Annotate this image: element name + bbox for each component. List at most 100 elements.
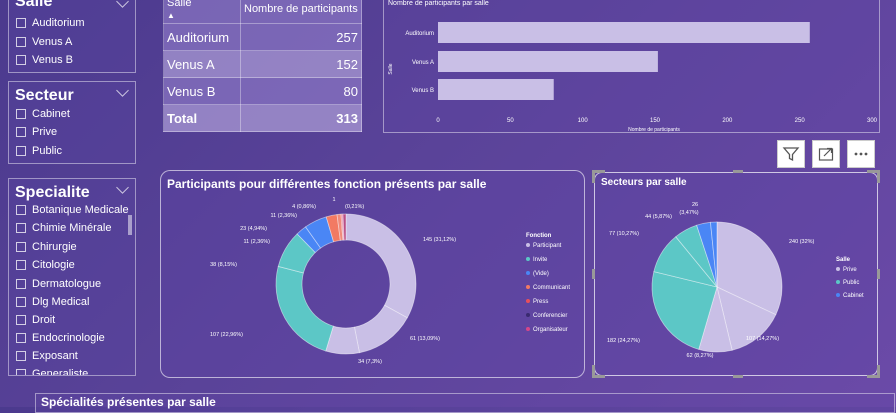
slicer-item[interactable]: Endocrinologie bbox=[16, 332, 105, 344]
bar[interactable] bbox=[438, 22, 810, 43]
slicer-item[interactable]: Dermatologue bbox=[16, 278, 101, 290]
legend-item[interactable]: Invite bbox=[533, 257, 548, 263]
resize-handle[interactable] bbox=[867, 170, 880, 183]
data-label: 107 (14,27%) bbox=[746, 336, 779, 342]
legend-marker bbox=[836, 293, 840, 297]
slicer-item[interactable]: Chimie Minérale bbox=[16, 222, 111, 234]
donut-chart: 145 (31,12%) 61 (13,09%) 34 (7,3%) 107 (22,… bbox=[210, 197, 570, 365]
slicer-title: Specialite bbox=[15, 184, 90, 201]
cell-value: 257 bbox=[240, 23, 362, 51]
slicer-item[interactable]: Generaliste bbox=[16, 368, 88, 375]
checkbox[interactable] bbox=[16, 55, 26, 65]
checkbox[interactable] bbox=[16, 279, 26, 289]
slicer-item[interactable]: Dlg Medical bbox=[16, 296, 89, 308]
more-options-button[interactable] bbox=[847, 140, 875, 168]
legend-item[interactable]: Public bbox=[843, 280, 859, 286]
tick-label: 50 bbox=[507, 118, 514, 124]
checkbox[interactable] bbox=[16, 127, 26, 137]
legend-item[interactable]: Cabinet bbox=[843, 293, 864, 299]
checkbox[interactable] bbox=[16, 315, 26, 325]
checkbox[interactable] bbox=[16, 351, 26, 361]
checkbox[interactable] bbox=[16, 369, 26, 375]
checkbox[interactable] bbox=[16, 37, 26, 47]
checkbox[interactable] bbox=[16, 223, 26, 233]
checkbox[interactable] bbox=[16, 18, 26, 28]
checkbox[interactable] bbox=[16, 260, 26, 270]
bar[interactable] bbox=[438, 79, 554, 100]
legend-marker bbox=[526, 313, 530, 317]
item-label: Dermatologue bbox=[32, 278, 102, 290]
resize-handle[interactable] bbox=[733, 375, 743, 378]
slicer-item[interactable]: Botanique Medicale bbox=[16, 204, 129, 216]
chevron-down-icon[interactable] bbox=[116, 0, 129, 8]
legend-item[interactable]: Participant bbox=[533, 243, 562, 249]
pie-slice[interactable] bbox=[275, 265, 334, 352]
slicer-item-venus-b[interactable]: Venus B bbox=[16, 54, 73, 66]
legend-item[interactable]: Conferencier bbox=[533, 313, 567, 319]
slicer-item[interactable]: Citologie bbox=[16, 259, 75, 271]
slicer-item[interactable]: Droit bbox=[16, 314, 55, 326]
legend-marker bbox=[526, 243, 530, 247]
resize-handle[interactable] bbox=[733, 170, 743, 173]
checkbox[interactable] bbox=[16, 146, 26, 156]
slicer-item[interactable]: Chirurgie bbox=[16, 241, 77, 253]
legend-item[interactable]: (Vide) bbox=[533, 271, 549, 277]
chevron-down-icon[interactable] bbox=[116, 84, 129, 97]
resize-handle[interactable] bbox=[592, 170, 605, 183]
resize-handle[interactable] bbox=[592, 269, 595, 279]
item-label: Chimie Minérale bbox=[32, 222, 112, 234]
checkbox[interactable] bbox=[16, 205, 26, 215]
slicer-item-cabinet[interactable]: Cabinet bbox=[16, 108, 70, 120]
table-row[interactable]: Auditorium 257 bbox=[163, 23, 362, 51]
item-label: Public bbox=[32, 145, 62, 157]
bar[interactable] bbox=[438, 51, 658, 72]
slicer-item-auditorium[interactable]: Auditorium bbox=[16, 17, 85, 29]
data-label: 26 bbox=[692, 202, 698, 208]
column-header-participants[interactable]: Nombre de participants bbox=[240, 0, 362, 24]
more-options-icon bbox=[854, 152, 868, 156]
focus-mode-button[interactable] bbox=[812, 140, 840, 168]
table-row[interactable]: Venus A 152 bbox=[163, 50, 362, 78]
resize-handle[interactable] bbox=[867, 365, 880, 378]
legend-item[interactable]: Prive bbox=[843, 267, 857, 273]
legend-marker bbox=[836, 267, 840, 271]
chevron-down-icon[interactable] bbox=[116, 181, 129, 194]
resize-handle[interactable] bbox=[877, 269, 880, 279]
y-axis-label: Salle bbox=[388, 63, 394, 74]
slicer-item[interactable]: Exposant bbox=[16, 350, 78, 362]
legend-item[interactable]: Organisateur bbox=[533, 327, 568, 333]
secteurs-pie-panel[interactable]: Secteurs par salle 240 (32%) 107 (14,27%)… bbox=[592, 170, 880, 378]
item-label: Chirurgie bbox=[32, 241, 77, 253]
specialites-panel: Spécialités présentes par salle bbox=[35, 393, 895, 413]
checkbox[interactable] bbox=[16, 333, 26, 343]
slicer-specialite: Specialite Botanique Medicale Chimie Min… bbox=[8, 178, 136, 376]
resize-handle[interactable] bbox=[592, 365, 605, 378]
slicer-item-venus-a[interactable]: Venus A bbox=[16, 36, 72, 48]
legend-item[interactable]: Press bbox=[533, 299, 548, 305]
column-header-salle[interactable]: Salle ▲ bbox=[163, 0, 241, 24]
table-row[interactable]: Venus B 80 bbox=[163, 77, 362, 105]
x-axis-label: Nombre de participants bbox=[628, 127, 680, 133]
data-label: (3,47%) bbox=[679, 210, 698, 216]
cell-value: 152 bbox=[240, 50, 362, 78]
checkbox[interactable] bbox=[16, 242, 26, 252]
data-label: 62 (8,27%) bbox=[687, 353, 714, 359]
legend-item[interactable]: Communicant bbox=[533, 285, 570, 291]
checkbox[interactable] bbox=[16, 109, 26, 119]
chart-title: Nombre de participants par salle bbox=[388, 0, 489, 7]
item-label: Venus A bbox=[32, 36, 73, 48]
tick-label: 100 bbox=[578, 118, 589, 124]
data-label: 145 (31,12%) bbox=[423, 237, 456, 243]
scrollbar[interactable] bbox=[128, 215, 132, 235]
pie-chart: 240 (32%) 107 (14,27%) 62 (8,27%) 182 (24,2… bbox=[607, 202, 864, 359]
fonction-donut-panel: Participants pour différentes fonction p… bbox=[160, 170, 585, 378]
filter-button[interactable] bbox=[777, 140, 805, 168]
pie-slice[interactable] bbox=[345, 213, 417, 319]
tick-label: 250 bbox=[795, 118, 806, 124]
checkbox[interactable] bbox=[16, 297, 26, 307]
slicer-item-public[interactable]: Public bbox=[16, 145, 62, 157]
total-value: 313 bbox=[240, 104, 362, 132]
tick-label: 300 bbox=[867, 118, 878, 124]
item-label: Citologie bbox=[32, 259, 75, 271]
slicer-item-prive[interactable]: Prive bbox=[16, 126, 57, 138]
